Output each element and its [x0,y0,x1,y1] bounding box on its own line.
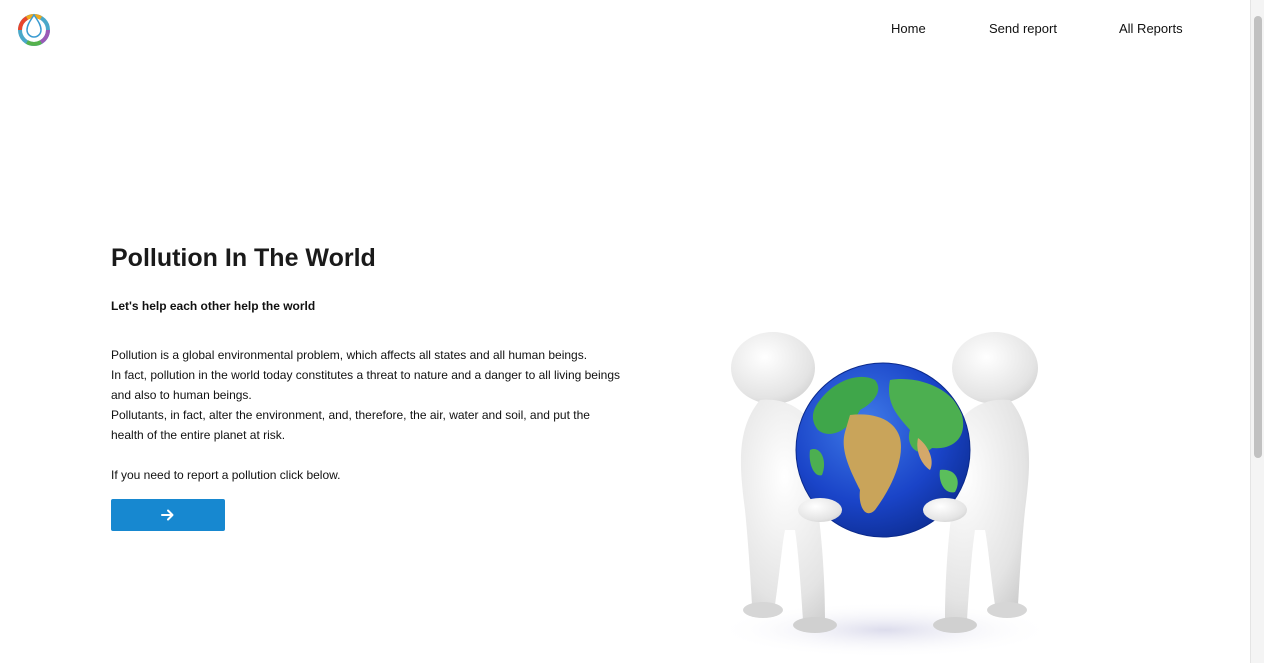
page: Home Send report All Reports Pollution I… [0,0,1264,663]
nav-home-link[interactable]: Home [891,21,926,36]
hero-description: Pollution is a global environmental prob… [111,345,621,445]
hero-paragraph-1: Pollution is a global environmental prob… [111,348,588,362]
cta-text: If you need to report a pollution click … [111,468,341,482]
globe-illustration [700,320,1070,663]
page-scrollbar[interactable] [1250,0,1264,663]
nav-all-reports-link[interactable]: All Reports [1119,21,1183,36]
hero-paragraph-2: In fact, pollution in the world today co… [111,368,620,402]
nav-send-report-link[interactable]: Send report [989,21,1057,36]
report-pollution-button[interactable] [111,499,225,531]
scrollbar-thumb[interactable] [1254,16,1262,458]
page-title: Pollution In The World [111,244,376,272]
hero-subtitle: Let's help each other help the world [111,299,316,313]
hero-paragraph-3: Pollutants, in fact, alter the environme… [111,408,590,442]
main-nav: Home Send report All Reports [0,21,1250,39]
arrow-right-icon [161,509,174,521]
